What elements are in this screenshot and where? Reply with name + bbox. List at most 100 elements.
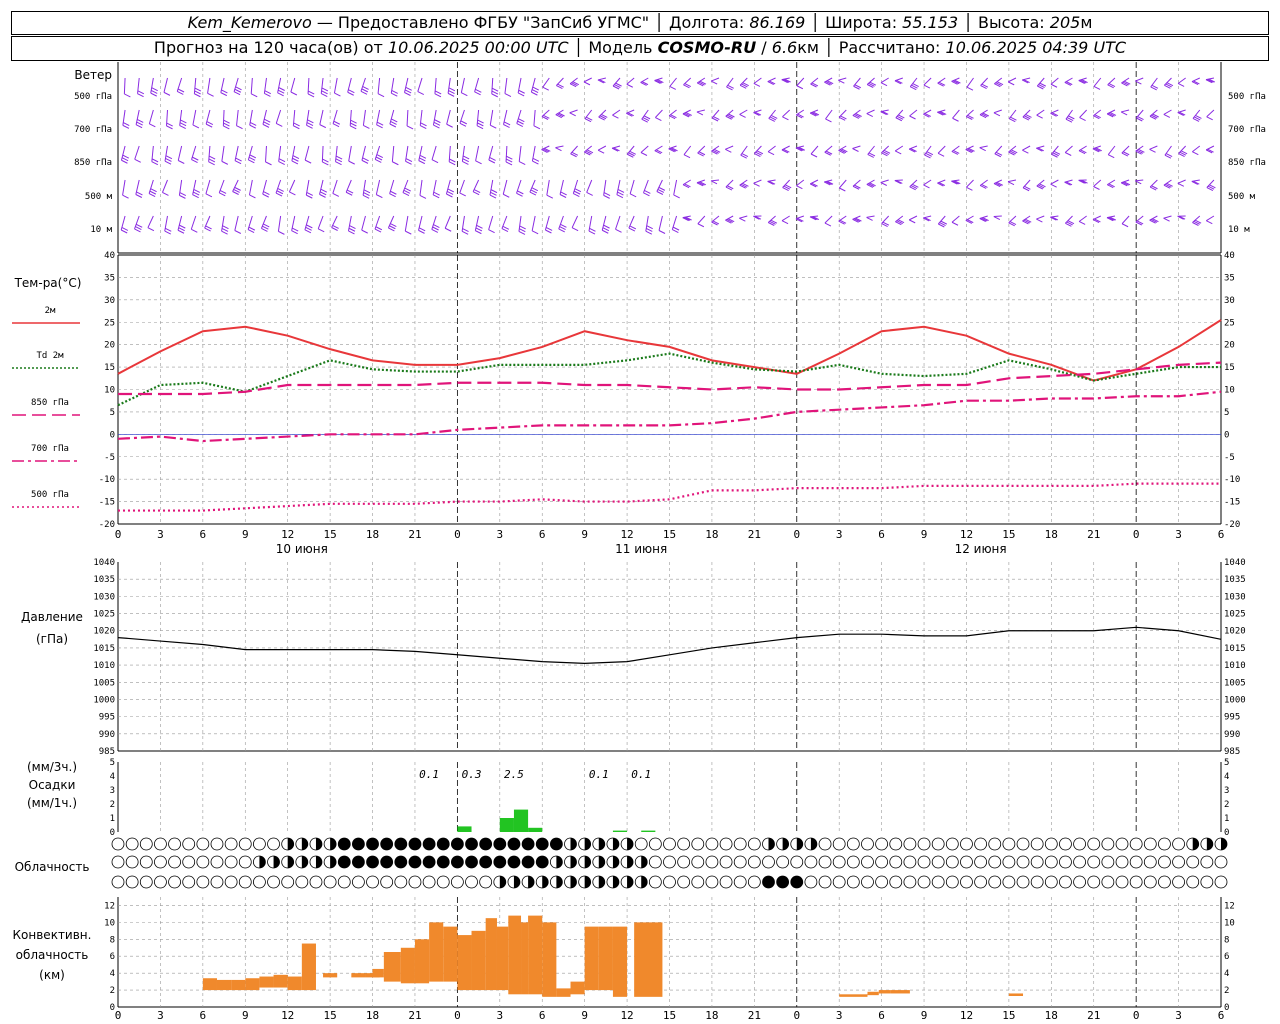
wind-barb-feather xyxy=(616,194,624,199)
wind-barb xyxy=(163,77,168,93)
cloud-symbol xyxy=(1087,855,1101,869)
wind-barb-feather xyxy=(361,159,369,164)
conv-bar xyxy=(259,976,274,988)
wind-barb xyxy=(994,77,1003,85)
cloud-symbol xyxy=(1115,855,1129,869)
wind-barb xyxy=(683,77,692,86)
wind-barb-feather xyxy=(433,121,441,126)
wind-barb xyxy=(583,77,592,83)
conv-bar xyxy=(443,926,458,982)
wind-barb xyxy=(1163,109,1172,115)
wind-barb-feather xyxy=(476,224,483,229)
cloud-symbol xyxy=(1073,855,1086,869)
wind-barb-feather xyxy=(194,90,201,95)
wind-barb-feather xyxy=(334,92,341,97)
wind-barb xyxy=(937,77,946,84)
cloud-symbol xyxy=(507,837,521,851)
cloud-symbol xyxy=(648,875,662,889)
wind-barb-feather xyxy=(135,226,142,231)
cloud-symbol-half xyxy=(330,838,337,850)
wind-barb-feather xyxy=(420,125,427,130)
wind-barb-feather xyxy=(348,89,355,94)
temp-ytick-left: 40 xyxy=(104,251,115,261)
wind-barb xyxy=(909,109,918,117)
cloud-symbol xyxy=(281,875,295,889)
cloud-symbol xyxy=(479,855,493,869)
wind-barb xyxy=(1135,109,1144,119)
cloud-symbol xyxy=(1143,875,1157,889)
cloud-symbol-half xyxy=(584,876,591,888)
wind-barb xyxy=(880,179,889,183)
wind-barb-feather xyxy=(462,155,470,160)
wind-barb-feather xyxy=(560,191,567,196)
cloud-symbol xyxy=(521,855,535,869)
conv-bar xyxy=(429,922,444,982)
wind-barb-feather xyxy=(348,230,355,235)
conv-xtick: 3 xyxy=(836,1009,843,1022)
cloud-symbol-half xyxy=(499,876,506,888)
wind-barb-feather xyxy=(739,217,746,222)
wind-barb-feather xyxy=(319,124,327,129)
wind-barb-feather xyxy=(304,159,312,164)
wind-barb-feather xyxy=(588,230,596,235)
pres-ytick-right: 1015 xyxy=(1224,644,1246,654)
wind-level-left: 500 гПа xyxy=(74,92,112,102)
wind-barb-feather xyxy=(322,158,329,163)
wind-barb-feather xyxy=(646,225,653,230)
wind-barb xyxy=(541,109,550,117)
cloud-symbol-half xyxy=(584,838,591,850)
wind-barb-feather xyxy=(1078,221,1086,225)
wind-barb-feather xyxy=(658,230,666,234)
wind-barb-feather xyxy=(162,191,169,196)
wind-barb-feather xyxy=(434,119,441,124)
wind-barb-feather xyxy=(332,123,340,128)
precip-3h-label: 0.1 xyxy=(589,768,609,781)
wind-barb-feather xyxy=(205,123,213,128)
wind-barb-feather xyxy=(1022,149,1029,154)
wind-barb-feather xyxy=(696,111,704,116)
wind-barb xyxy=(391,145,395,162)
wind-barb-feather xyxy=(491,90,499,95)
cloud-symbol xyxy=(1059,855,1072,869)
cloud-symbol xyxy=(1030,837,1044,851)
conv-xtick: 9 xyxy=(921,1009,928,1022)
wind-barb xyxy=(569,77,578,85)
conv-bar xyxy=(287,976,302,991)
cloud-symbol-half xyxy=(287,838,294,850)
wind-barb-feather xyxy=(532,86,539,91)
wind-barb xyxy=(1135,77,1144,82)
wind-barb-feather xyxy=(391,118,398,123)
cloud-symbol xyxy=(111,837,125,851)
wind-barb xyxy=(626,109,635,114)
cloud-symbol xyxy=(945,875,959,889)
cloud-symbol xyxy=(818,875,832,889)
cloud-symbol xyxy=(154,837,167,851)
cloud-symbol xyxy=(1101,875,1115,889)
wind-barb-feather xyxy=(1120,111,1128,116)
conv-bar xyxy=(202,978,217,991)
wind-barb-feather xyxy=(261,227,268,232)
conv-xtick: 12 xyxy=(281,1009,294,1022)
wind-barb-feather xyxy=(219,192,226,197)
cloud-symbol xyxy=(747,875,761,889)
wind-barb-feather xyxy=(475,160,482,165)
wind-barb-feather xyxy=(490,191,497,196)
wind-barb-feather xyxy=(248,156,256,161)
wind-barb-feather xyxy=(519,228,526,233)
cloud-symbol xyxy=(931,837,945,851)
temp-legend-label: Td 2м xyxy=(36,351,64,361)
wind-barb-feather xyxy=(504,93,512,97)
wind-barb-feather xyxy=(781,220,789,225)
cloud-symbol xyxy=(450,875,464,889)
pres-ytick-right: 985 xyxy=(1224,747,1240,757)
temp-title: Тем-ра(°C) xyxy=(14,276,82,290)
wind-barb xyxy=(782,109,791,118)
pres-ytick-right: 1000 xyxy=(1224,695,1246,705)
conv-bar xyxy=(867,991,879,996)
wind-barb xyxy=(459,179,465,194)
temp-ytick-right: 40 xyxy=(1224,251,1235,261)
conv-ytick-right: 8 xyxy=(1224,935,1229,945)
temp-ytick-right: 35 xyxy=(1224,273,1235,283)
wind-barb-feather xyxy=(321,90,328,95)
wind-barb-feather xyxy=(908,219,916,224)
